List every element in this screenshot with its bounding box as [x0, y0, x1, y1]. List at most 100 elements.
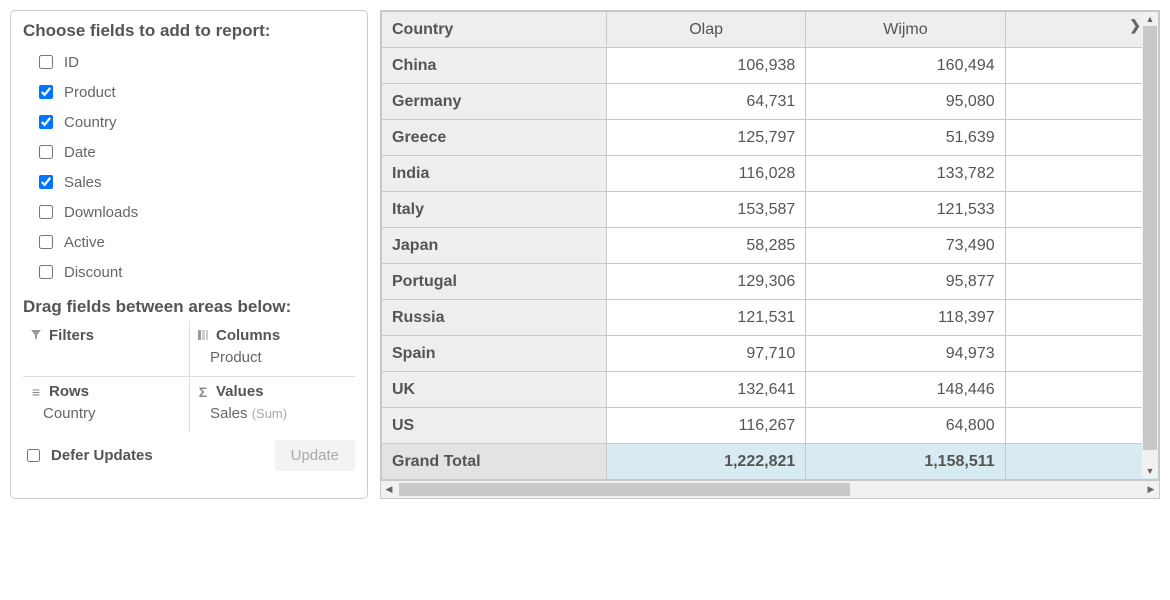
field-checkbox-product[interactable] — [39, 85, 53, 99]
data-cell[interactable]: 116,267 — [606, 408, 805, 444]
field-checkbox-discount[interactable] — [39, 265, 53, 279]
data-cell[interactable]: 118,397 — [806, 300, 1005, 336]
col-header-country[interactable]: Country — [382, 12, 607, 48]
table-row[interactable]: China106,938160,494 — [382, 48, 1159, 84]
data-cell[interactable]: 73,490 — [806, 228, 1005, 264]
scroll-left-icon[interactable]: ◀ — [381, 481, 397, 498]
col-header-wijmo[interactable]: Wijmo — [806, 12, 1005, 48]
grand-total-header[interactable]: Grand Total — [382, 444, 607, 480]
col-header-olap[interactable]: Olap — [606, 12, 805, 48]
scroll-up-icon[interactable]: ▲ — [1142, 12, 1158, 26]
field-item[interactable]: Discount — [23, 257, 355, 287]
row-header-cell[interactable]: Greece — [382, 120, 607, 156]
row-header-cell[interactable]: Portugal — [382, 264, 607, 300]
row-header-cell[interactable]: Russia — [382, 300, 607, 336]
data-cell[interactable]: 125,797 — [606, 120, 805, 156]
field-item[interactable]: ID — [23, 47, 355, 77]
row-header-cell[interactable]: UK — [382, 372, 607, 408]
data-cell-empty[interactable] — [1005, 192, 1158, 228]
data-cell-empty[interactable] — [1005, 300, 1158, 336]
table-row[interactable]: Italy153,587121,533 — [382, 192, 1159, 228]
data-cell[interactable]: 95,080 — [806, 84, 1005, 120]
grand-total-cell[interactable]: 1,222,821 — [606, 444, 805, 480]
data-cell-empty[interactable] — [1005, 336, 1158, 372]
row-header-cell[interactable]: Germany — [382, 84, 607, 120]
data-cell-empty[interactable] — [1005, 156, 1158, 192]
row-header-cell[interactable]: China — [382, 48, 607, 84]
field-item[interactable]: Active — [23, 227, 355, 257]
filters-area[interactable]: Filters — [23, 321, 189, 376]
horizontal-scrollbar[interactable]: ◀ ▶ — [381, 480, 1159, 498]
field-item[interactable]: Date — [23, 137, 355, 167]
data-cell[interactable]: 133,782 — [806, 156, 1005, 192]
table-row[interactable]: Germany64,73195,080 — [382, 84, 1159, 120]
data-cell[interactable]: 97,710 — [606, 336, 805, 372]
field-checkbox-active[interactable] — [39, 235, 53, 249]
data-cell-empty[interactable] — [1005, 120, 1158, 156]
scroll-right-icon[interactable]: ▶ — [1143, 481, 1159, 498]
field-checkbox-country[interactable] — [39, 115, 53, 129]
field-item[interactable]: Downloads — [23, 197, 355, 227]
vertical-scrollbar[interactable]: ▲ ▼ — [1142, 12, 1158, 478]
vscroll-thumb[interactable] — [1143, 26, 1157, 450]
data-cell[interactable]: 64,800 — [806, 408, 1005, 444]
field-item[interactable]: Sales — [23, 167, 355, 197]
rows-area[interactable]: ≡ Rows Country — [23, 376, 189, 432]
data-cell[interactable]: 121,531 — [606, 300, 805, 336]
rows-area-item[interactable]: Country — [29, 403, 183, 424]
field-label: ID — [64, 54, 79, 71]
data-cell[interactable]: 51,639 — [806, 120, 1005, 156]
data-cell[interactable]: 121,533 — [806, 192, 1005, 228]
scroll-down-icon[interactable]: ▼ — [1142, 464, 1158, 478]
data-cell-empty[interactable] — [1005, 228, 1158, 264]
data-cell[interactable]: 160,494 — [806, 48, 1005, 84]
row-header-cell[interactable]: Spain — [382, 336, 607, 372]
data-cell[interactable]: 58,285 — [606, 228, 805, 264]
defer-updates-checkbox[interactable] — [27, 449, 40, 462]
table-row[interactable]: Greece125,79751,639 — [382, 120, 1159, 156]
field-item[interactable]: Country — [23, 107, 355, 137]
row-header-cell[interactable]: Italy — [382, 192, 607, 228]
values-area[interactable]: Σ Values Sales (Sum) — [189, 376, 355, 432]
data-cell[interactable]: 116,028 — [606, 156, 805, 192]
data-cell[interactable]: 129,306 — [606, 264, 805, 300]
field-item[interactable]: Product — [23, 77, 355, 107]
data-cell[interactable]: 94,973 — [806, 336, 1005, 372]
data-cell[interactable]: 132,641 — [606, 372, 805, 408]
grand-total-row[interactable]: Grand Total1,222,8211,158,511 — [382, 444, 1159, 480]
grand-total-cell-empty[interactable] — [1005, 444, 1158, 480]
grand-total-cell[interactable]: 1,158,511 — [806, 444, 1005, 480]
field-checkbox-sales[interactable] — [39, 175, 53, 189]
pivot-grid[interactable]: ❯ Country Olap Wijmo China106,938160,494… — [380, 10, 1160, 499]
columns-area[interactable]: Columns Product — [189, 321, 355, 376]
data-cell[interactable]: 64,731 — [606, 84, 805, 120]
table-row[interactable]: Spain97,71094,973 — [382, 336, 1159, 372]
values-area-item[interactable]: Sales (Sum) — [196, 403, 349, 424]
data-cell-empty[interactable] — [1005, 48, 1158, 84]
table-row[interactable]: US116,26764,800 — [382, 408, 1159, 444]
field-checkbox-id[interactable] — [39, 55, 53, 69]
columns-area-item[interactable]: Product — [196, 347, 349, 368]
data-cell[interactable]: 106,938 — [606, 48, 805, 84]
field-checkbox-date[interactable] — [39, 145, 53, 159]
data-cell[interactable]: 153,587 — [606, 192, 805, 228]
data-cell[interactable]: 95,877 — [806, 264, 1005, 300]
row-header-cell[interactable]: Japan — [382, 228, 607, 264]
table-row[interactable]: UK132,641148,446 — [382, 372, 1159, 408]
row-header-cell[interactable]: US — [382, 408, 607, 444]
table-row[interactable]: Portugal129,30695,877 — [382, 264, 1159, 300]
table-row[interactable]: Russia121,531118,397 — [382, 300, 1159, 336]
values-item-suffix: (Sum) — [252, 406, 287, 421]
row-header-cell[interactable]: India — [382, 156, 607, 192]
data-cell-empty[interactable] — [1005, 372, 1158, 408]
table-row[interactable]: India116,028133,782 — [382, 156, 1159, 192]
field-checkbox-downloads[interactable] — [39, 205, 53, 219]
table-row[interactable]: Japan58,28573,490 — [382, 228, 1159, 264]
update-button[interactable]: Update — [275, 440, 355, 471]
defer-updates-toggle[interactable]: Defer Updates — [23, 446, 153, 465]
data-cell[interactable]: 148,446 — [806, 372, 1005, 408]
data-cell-empty[interactable] — [1005, 264, 1158, 300]
hscroll-thumb[interactable] — [399, 483, 850, 496]
data-cell-empty[interactable] — [1005, 84, 1158, 120]
data-cell-empty[interactable] — [1005, 408, 1158, 444]
